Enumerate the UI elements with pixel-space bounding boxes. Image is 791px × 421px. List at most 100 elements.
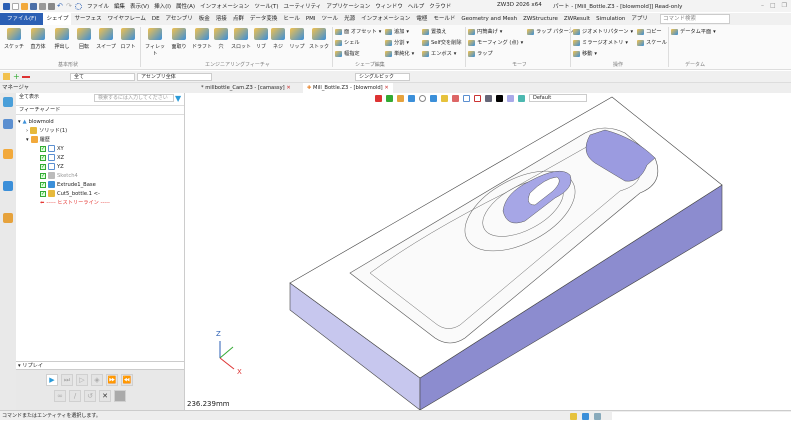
emboss-button[interactable]: エンボス ▾ bbox=[422, 50, 456, 57]
tab-simulation[interactable]: Simulation bbox=[593, 13, 628, 25]
morph-point-button[interactable]: モーフィング (点) ▾ bbox=[468, 39, 523, 46]
hole-button[interactable]: 穴 bbox=[213, 28, 229, 50]
add-icon[interactable]: + bbox=[13, 73, 20, 81]
rib-button[interactable]: リブ bbox=[253, 28, 269, 50]
wrap-pattern-button[interactable]: ラップ パターン bbox=[527, 28, 574, 35]
chamfer-button[interactable]: 面取り bbox=[168, 28, 190, 50]
suppress-icon[interactable] bbox=[114, 390, 126, 402]
doc-tab-blowmold[interactable]: ✚ Mill_Bottle.Z3 - [blowmold] ✕ bbox=[303, 83, 393, 93]
datum-plane-button[interactable]: データム平面 ▾ bbox=[671, 28, 716, 35]
mirror-geometry-button[interactable]: ミラージオメトリ ▾ bbox=[573, 39, 628, 46]
delete-icon[interactable]: ✕ bbox=[99, 390, 111, 402]
command-search-input[interactable]: コマンド検索 bbox=[660, 14, 730, 24]
menu-insert[interactable]: 挿入(I) bbox=[154, 2, 171, 10]
pick-mode-select[interactable]: シングルピック bbox=[355, 73, 410, 81]
3d-viewport[interactable]: Default Z X 236.239mm bbox=[185, 93, 791, 410]
rollback-icon[interactable]: ↺ bbox=[84, 390, 96, 402]
add-button[interactable]: 追加 ▾ bbox=[385, 28, 409, 35]
move-button[interactable]: 移動 ▾ bbox=[573, 50, 597, 57]
user-icon[interactable] bbox=[3, 213, 13, 223]
copy-button[interactable]: コピー bbox=[637, 28, 662, 35]
maximize-icon[interactable]: □ bbox=[770, 2, 776, 9]
lip-button[interactable]: リップ bbox=[287, 28, 307, 50]
tree-search-input[interactable]: 検索するには入力してください bbox=[94, 94, 174, 102]
scope-select[interactable]: アセンブリ全体 bbox=[137, 73, 212, 81]
fillet-button[interactable]: フィレット bbox=[143, 28, 167, 57]
thread-button[interactable]: ネジ bbox=[270, 28, 286, 50]
edit-icon[interactable]: / bbox=[69, 390, 81, 402]
menu-info[interactable]: インフォメーション bbox=[200, 2, 249, 10]
tab-zwresult[interactable]: ZWResult bbox=[561, 13, 593, 25]
menu-cloud[interactable]: クラウド bbox=[429, 2, 451, 10]
new-icon[interactable] bbox=[12, 2, 19, 10]
step-forward-icon[interactable]: ⏭ bbox=[61, 374, 73, 386]
visibility-checkbox[interactable]: ✓ bbox=[40, 190, 46, 197]
tab-de[interactable]: DE bbox=[149, 13, 163, 25]
display-icon[interactable] bbox=[582, 413, 589, 420]
close-icon[interactable]: ✕ bbox=[286, 85, 290, 91]
tab-electrode[interactable]: 電極 bbox=[413, 13, 430, 25]
box-button[interactable]: 直方体 bbox=[27, 28, 49, 50]
menu-attribute[interactable]: 属性(A) bbox=[176, 2, 195, 10]
visibility-checkbox[interactable]: ✓ bbox=[40, 181, 46, 188]
tab-shape[interactable]: シェイプ bbox=[43, 13, 72, 25]
sweep-button[interactable]: スイープ bbox=[95, 28, 117, 50]
filter-select[interactable]: 全て bbox=[70, 73, 135, 81]
draft-button[interactable]: ドラフト bbox=[191, 28, 213, 50]
tree-item-history[interactable]: ▾ 履歴 bbox=[26, 135, 50, 144]
fast-forward-icon[interactable]: ⏩ bbox=[106, 374, 118, 386]
tree-item-blowmold[interactable]: ▾ ▲ blowmold bbox=[18, 117, 54, 126]
doc-tab-camassy[interactable]: * millbottle_Cam.Z3 - [camassy] ✕ bbox=[197, 83, 295, 93]
save-icon[interactable] bbox=[30, 2, 37, 10]
replay-header[interactable]: ▾ リプレイ bbox=[16, 361, 184, 370]
menu-application[interactable]: アプリケーション bbox=[326, 2, 370, 10]
tab-zwstructure[interactable]: ZWStructure bbox=[520, 13, 561, 25]
tab-tools[interactable]: ツール bbox=[319, 13, 342, 25]
cylinder-bend-button[interactable]: 円筒曲げ ▾ bbox=[468, 28, 502, 35]
expand-icon[interactable]: › bbox=[26, 128, 28, 134]
filter-icon[interactable]: ▼ bbox=[175, 94, 181, 103]
tree-item-xy[interactable]: ✓ XY bbox=[40, 144, 64, 153]
loft-button[interactable]: ロフト bbox=[117, 28, 139, 50]
tab-file[interactable]: ファイル(F) bbox=[0, 13, 44, 25]
tab-pointcloud[interactable]: 点群 bbox=[230, 13, 247, 25]
simplify-button[interactable]: 単純化 ▾ bbox=[385, 50, 414, 57]
shell-button[interactable]: シェル bbox=[335, 39, 360, 46]
menu-help[interactable]: ヘルプ bbox=[408, 2, 425, 10]
redo-icon[interactable]: ↷ bbox=[66, 2, 73, 10]
open-icon[interactable] bbox=[21, 2, 28, 10]
show-filter-select[interactable]: 全て表示 bbox=[16, 94, 94, 102]
undo-icon[interactable]: ↶ bbox=[57, 2, 64, 10]
thicken-button[interactable]: 幅指定 bbox=[335, 50, 360, 57]
tab-heel[interactable]: ヒール bbox=[280, 13, 303, 25]
menu-window[interactable]: ウィンドウ bbox=[375, 2, 403, 10]
print-icon[interactable] bbox=[39, 2, 46, 10]
wrap-button[interactable]: ラップ bbox=[468, 50, 493, 57]
history-manager-icon[interactable] bbox=[3, 97, 13, 107]
extrude-button[interactable]: 押出し bbox=[51, 28, 73, 50]
menu-view[interactable]: 表示(V) bbox=[130, 2, 149, 10]
minimize-icon[interactable]: – bbox=[761, 2, 764, 9]
play-cont-icon[interactable]: ◈ bbox=[91, 374, 103, 386]
close-icon[interactable]: ✕ bbox=[384, 85, 388, 91]
restore-icon[interactable]: ❐ bbox=[782, 2, 787, 9]
geometry-pattern-button[interactable]: ジオメトリパターン ▾ bbox=[573, 28, 633, 35]
tab-data-convert[interactable]: データ変換 bbox=[247, 13, 281, 25]
replace-button[interactable]: 置換え bbox=[422, 28, 447, 35]
tree-item-cut5[interactable]: ✓ Cut5_bottle.1 <- bbox=[40, 189, 100, 198]
menu-utility[interactable]: ユーティリティ bbox=[283, 2, 321, 10]
expand-icon[interactable]: ▾ bbox=[26, 137, 29, 143]
slot-button[interactable]: スロット bbox=[230, 28, 252, 50]
view-manager-icon[interactable] bbox=[3, 181, 13, 191]
link-icon[interactable]: ∞ bbox=[54, 390, 66, 402]
part-manager-icon[interactable] bbox=[3, 149, 13, 159]
rewind-icon[interactable]: ⏪ bbox=[121, 374, 133, 386]
visibility-checkbox[interactable]: ✓ bbox=[40, 163, 46, 170]
tab-mold[interactable]: モールド bbox=[430, 13, 458, 25]
tab-surface[interactable]: サーフェス bbox=[71, 13, 104, 25]
visibility-checkbox[interactable]: ✓ bbox=[40, 172, 46, 179]
tab-information[interactable]: インフォメーション bbox=[358, 13, 413, 25]
tab-assembly[interactable]: アセンブリ bbox=[163, 13, 196, 25]
pick-icon[interactable] bbox=[3, 73, 10, 80]
visibility-checkbox[interactable]: ✓ bbox=[40, 145, 46, 152]
